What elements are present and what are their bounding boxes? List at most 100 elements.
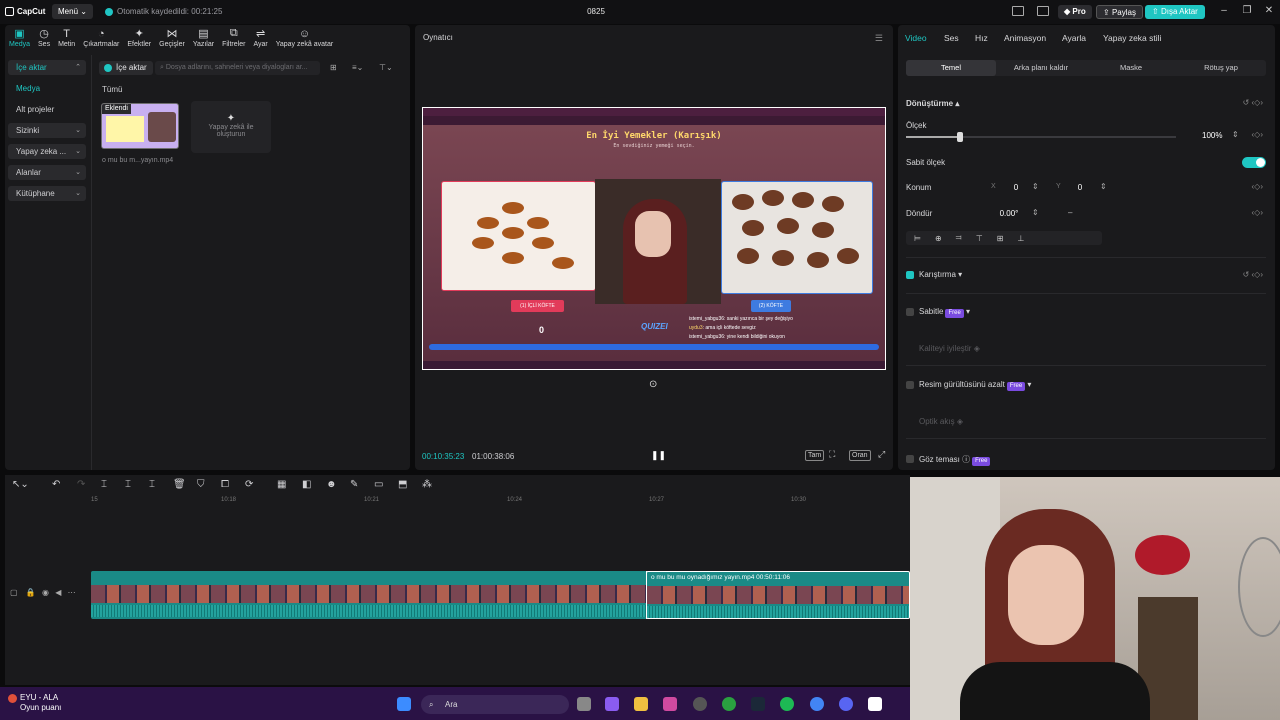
stepper-icon[interactable]: ⇕ bbox=[1032, 208, 1039, 217]
timeline-clip-2[interactable]: o mu bu mu oynadığımız yayın.mp4 00:50:1… bbox=[646, 571, 910, 619]
tab-audio[interactable]: Ses bbox=[944, 33, 959, 43]
maximize-icon[interactable]: ❐ bbox=[1242, 6, 1252, 16]
subtab-remove-bg[interactable]: Arka planı kaldır bbox=[996, 60, 1086, 76]
file-explorer-icon[interactable] bbox=[634, 697, 648, 711]
stepper-icon[interactable]: ⇕ bbox=[1032, 182, 1039, 191]
chrome-icon[interactable] bbox=[810, 697, 824, 711]
subtab-retouch[interactable]: Rötuş yap bbox=[1176, 60, 1266, 76]
align-middle-icon[interactable]: ⊞ bbox=[997, 234, 1004, 243]
uniform-scale-toggle[interactable] bbox=[1242, 157, 1266, 168]
shield-icon[interactable]: ⛉ bbox=[197, 479, 205, 490]
view-grid-icon[interactable]: ⊞ bbox=[330, 63, 342, 73]
export-frame-icon[interactable]: ⬒ bbox=[398, 479, 407, 490]
rotate-input[interactable]: 0.00° bbox=[994, 209, 1024, 218]
layout-icon[interactable] bbox=[1012, 6, 1024, 16]
delete-icon[interactable]: 🗑 bbox=[173, 479, 186, 490]
remove-bg-icon[interactable]: ☻ bbox=[326, 479, 337, 490]
timeline-ruler[interactable]: 15 10:18 10:21 10:24 10:27 10:30 bbox=[91, 497, 910, 509]
stepper-icon[interactable]: ⇕ bbox=[1100, 182, 1107, 191]
stabilize-checkbox[interactable] bbox=[906, 308, 914, 316]
split-icon[interactable]: ⌶ bbox=[101, 479, 107, 490]
tab-speed[interactable]: Hız bbox=[975, 33, 988, 43]
redo-icon[interactable]: ↷ bbox=[77, 479, 85, 490]
undo-icon[interactable]: ↶ bbox=[52, 479, 60, 490]
lock-icon[interactable]: 🔒 bbox=[26, 588, 36, 597]
nav-import[interactable]: İçe aktar ⌃ bbox=[8, 60, 86, 75]
task-view-icon[interactable] bbox=[577, 697, 591, 711]
transform-header[interactable]: Dönüştürme ▴ bbox=[906, 99, 959, 108]
align-left-icon[interactable]: ⊨ bbox=[914, 234, 921, 243]
stepper-icon[interactable]: ⇕ bbox=[1232, 130, 1239, 139]
steam-icon[interactable] bbox=[751, 697, 765, 711]
github-icon[interactable] bbox=[693, 697, 707, 711]
copilot-icon[interactable] bbox=[605, 697, 619, 711]
align-bottom-icon[interactable]: ⊥ bbox=[1017, 234, 1024, 243]
subtab-mask[interactable]: Maske bbox=[1086, 60, 1176, 76]
playhead[interactable] bbox=[646, 571, 647, 619]
store-icon[interactable] bbox=[663, 697, 677, 711]
denoise-checkbox[interactable] bbox=[906, 381, 914, 389]
keyframe-icon[interactable]: ‹◇› bbox=[1252, 130, 1263, 139]
nav-subprojects[interactable]: Alt projeler bbox=[8, 102, 86, 117]
nav-media[interactable]: Medya bbox=[8, 81, 86, 96]
keyframe-icon[interactable]: ‹◇› bbox=[1252, 182, 1263, 191]
align-top-icon[interactable]: ⊤ bbox=[976, 234, 983, 243]
tab-ai-style[interactable]: Yapay zeka stili bbox=[1103, 33, 1161, 43]
tool-transitions[interactable]: ⋈ Geçişler bbox=[155, 25, 189, 52]
select-cursor-icon[interactable]: ↖⌄ bbox=[12, 479, 29, 490]
sort-icon[interactable]: ≡⌄ bbox=[352, 63, 364, 73]
scale-slider-handle[interactable] bbox=[957, 132, 963, 142]
snapshot-icon[interactable]: ⛶ bbox=[829, 449, 835, 460]
ai-generate-card[interactable]: ✦ Yapay zekâ ile oluşturun bbox=[191, 101, 271, 153]
nav-library[interactable]: Kütüphane ⌄ bbox=[8, 186, 86, 201]
scale-value[interactable]: 100% bbox=[1202, 131, 1222, 140]
hamburger-icon[interactable]: ☰ bbox=[875, 33, 883, 44]
discord-icon[interactable] bbox=[839, 697, 853, 711]
tool-text[interactable]: T Metin bbox=[54, 25, 79, 52]
capcut-taskbar-icon[interactable] bbox=[868, 697, 882, 711]
tool-filters[interactable]: ⧉ Filtreler bbox=[218, 25, 249, 52]
auto-reframe-icon[interactable]: ⟳ bbox=[245, 479, 253, 490]
tool-audio[interactable]: ◷ Ses bbox=[34, 25, 54, 52]
minimize-icon[interactable]: – bbox=[1219, 6, 1229, 16]
shortcut-icon[interactable] bbox=[1037, 6, 1049, 16]
nav-ai[interactable]: Yapay zeka ... ⌄ bbox=[8, 144, 86, 159]
share-button[interactable]: ⇪ Paylaş bbox=[1096, 5, 1143, 19]
nav-spaces[interactable]: Alanlar ⌄ bbox=[8, 165, 86, 180]
caption-box-icon[interactable]: ▭ bbox=[374, 479, 383, 490]
blend-checkbox[interactable] bbox=[906, 271, 914, 279]
subtab-basic[interactable]: Temel bbox=[906, 60, 996, 76]
eye-contact-checkbox[interactable] bbox=[906, 455, 914, 463]
magic-icon[interactable]: ✎ bbox=[350, 479, 358, 490]
media-search-input[interactable]: ⌕ Dosya adlarını, sahneleri veya diyalog… bbox=[155, 61, 320, 75]
position-x-input[interactable]: 0 bbox=[1011, 183, 1021, 192]
freeze-icon[interactable]: ▦ bbox=[277, 479, 286, 490]
rotate-handle-icon[interactable]: ⊙ bbox=[649, 379, 657, 390]
reset-icon[interactable]: ↺ ‹◇› bbox=[1243, 270, 1263, 279]
ratio-button[interactable]: Oran bbox=[849, 450, 871, 461]
keyframe-icon[interactable]: ‹◇› bbox=[1252, 208, 1263, 217]
trim-left-icon[interactable]: ⌶ bbox=[125, 479, 131, 490]
crop-icon[interactable]: ⧠ bbox=[221, 479, 229, 490]
tool-stickers[interactable]: ◔ Çıkartmalar bbox=[79, 25, 123, 52]
blend-header[interactable]: Karıştırma ▾ bbox=[919, 270, 962, 279]
tab-animation[interactable]: Animasyon bbox=[1004, 33, 1046, 43]
taskbar-user[interactable]: EYU - ALA Oyun puanı bbox=[20, 693, 61, 713]
speaker-icon[interactable]: ◀ bbox=[55, 588, 61, 597]
reset-icon[interactable]: ↺ ‹◇› bbox=[1243, 98, 1263, 107]
windows-start-icon[interactable] bbox=[397, 697, 411, 711]
tab-adjust[interactable]: Ayarla bbox=[1062, 33, 1086, 43]
taskbar-search[interactable]: ⌕ Ara bbox=[421, 695, 569, 714]
align-center-icon[interactable]: ⊕ bbox=[935, 234, 942, 243]
eye-contact-header[interactable]: Göz teması ⓘ Free bbox=[919, 454, 991, 466]
align-right-icon[interactable]: ⫤ bbox=[956, 233, 962, 243]
stabilize-header[interactable]: Sabitle Free ▾ bbox=[919, 307, 970, 318]
close-icon[interactable]: ✕ bbox=[1264, 6, 1274, 16]
tool-adjust[interactable]: ⇌ Ayar bbox=[249, 25, 271, 52]
export-button[interactable]: ⇧ Dışa Aktar bbox=[1145, 5, 1205, 19]
trim-right-icon[interactable]: ⌶ bbox=[149, 479, 155, 490]
pro-button[interactable]: ◆ Pro bbox=[1058, 5, 1092, 19]
speech-icon[interactable]: ⁂ bbox=[422, 479, 432, 490]
more-icon[interactable]: ⋯ bbox=[68, 588, 76, 597]
mirror-icon[interactable]: ◧ bbox=[302, 479, 311, 490]
